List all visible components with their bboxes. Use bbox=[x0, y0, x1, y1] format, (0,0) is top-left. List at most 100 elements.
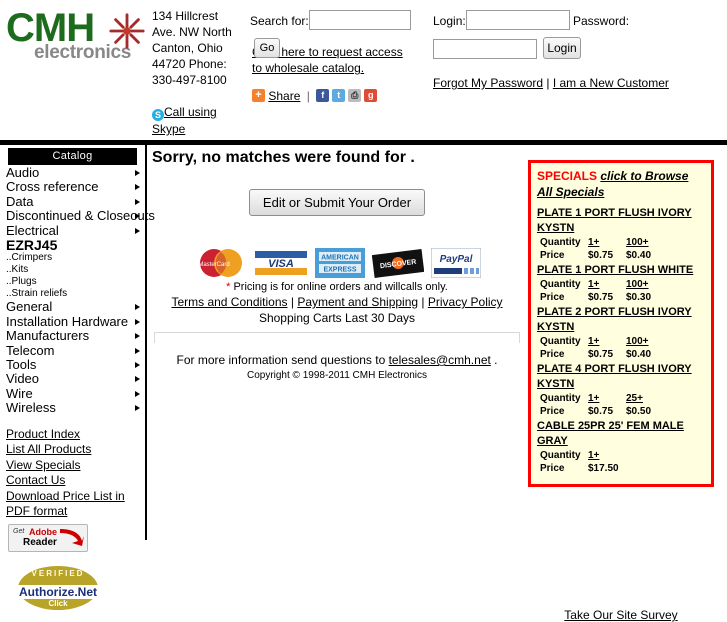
sidebar-item-tools[interactable]: Tools bbox=[0, 357, 143, 372]
quantity-label: Quantity bbox=[540, 450, 581, 461]
special-product-link[interactable]: PLATE 4 PORT FLUSH IVORY KYSTN bbox=[537, 362, 705, 392]
skype-call-link[interactable]: S Call using Skype bbox=[152, 104, 248, 137]
special-price-row: Price $0.75 $0.30 bbox=[537, 291, 705, 304]
price-tier-1: $0.75 bbox=[588, 349, 614, 360]
new-customer-link[interactable]: I am a New Customer bbox=[553, 76, 669, 90]
svg-text:MasterCard: MasterCard bbox=[198, 262, 229, 268]
sidebar-link-list-all-products[interactable]: List All Products bbox=[6, 442, 143, 458]
sidebar-item-label: Discontinued & Closeouts bbox=[6, 208, 155, 224]
main-column: Sorry, no matches were found for . Edit … bbox=[152, 145, 522, 381]
password-input[interactable] bbox=[433, 39, 537, 59]
edit-order-wrap: Edit or Submit Your Order bbox=[152, 189, 522, 216]
pricing-note-text: Pricing is for online orders and willcal… bbox=[233, 281, 448, 293]
sidebar-item-electrical[interactable]: Electrical bbox=[0, 222, 143, 238]
quantity-tier-2[interactable]: 100+ bbox=[626, 335, 649, 348]
sidebar-item-label: Wireless bbox=[6, 400, 56, 416]
addthis-plus-icon[interactable]: + bbox=[252, 89, 265, 103]
special-product-link[interactable]: PLATE 2 PORT FLUSH IVORY KYSTN bbox=[537, 305, 705, 335]
no-match-message: Sorry, no matches were found for . bbox=[152, 149, 415, 166]
pricing-note: * Pricing is for online orders and willc… bbox=[152, 281, 522, 293]
facebook-icon[interactable]: f bbox=[316, 89, 330, 103]
sidebar-item-telecom[interactable]: Telecom bbox=[0, 343, 143, 358]
sidebar-link-product-index[interactable]: Product Index bbox=[6, 427, 143, 443]
special-product-link[interactable]: CABLE 25PR 25' FEM MALE GRAY bbox=[537, 419, 705, 449]
quantity-label: Quantity bbox=[540, 279, 581, 290]
price-tier-2: $0.40 bbox=[626, 349, 652, 360]
sidebar-item-installation-hardware[interactable]: Installation Hardware bbox=[0, 313, 143, 329]
special-product-link[interactable]: PLATE 1 PORT FLUSH IVORY KYSTN bbox=[537, 206, 705, 236]
quantity-tier-1[interactable]: 1+ bbox=[588, 449, 626, 462]
sidebar-item-ezrj45[interactable]: EZRJ45 bbox=[0, 238, 143, 252]
sidebar-links: Product Index List All Products View Speci… bbox=[0, 427, 143, 520]
payment-card-logos: MasterCard VISA AMERICAN EXPRESS DISCOVE… bbox=[152, 248, 522, 278]
special-product-link[interactable]: PLATE 1 PORT FLUSH WHITE bbox=[537, 263, 705, 278]
quantity-tier-1[interactable]: 1+ bbox=[588, 236, 626, 249]
telesales-email-link[interactable]: telesales@cmh.net bbox=[389, 353, 491, 367]
sidebar-item-label: ..Kits bbox=[6, 264, 29, 276]
search-input[interactable] bbox=[309, 10, 411, 30]
sidebar-link-view-specials[interactable]: View Specials bbox=[6, 458, 143, 474]
sidebar-item-video[interactable]: Video bbox=[0, 372, 143, 386]
google-icon[interactable]: g bbox=[364, 89, 378, 103]
paypal-icon: PayPal bbox=[431, 248, 482, 278]
chevron-right-icon bbox=[135, 333, 140, 340]
sidebar-link-download-price-list-in-pdf-format[interactable]: Download Price List in PDF format bbox=[6, 489, 143, 520]
sidebar-item-discontinued-closeouts[interactable]: Discontinued & Closeouts bbox=[0, 209, 155, 223]
quantity-tier-2[interactable]: 100+ bbox=[626, 236, 649, 249]
sidebar-item-manufacturers[interactable]: Manufacturers bbox=[0, 329, 143, 343]
policy-links: Terms and Conditions | Payment and Shipp… bbox=[152, 295, 522, 309]
sidebar-item-label: ..Plugs bbox=[6, 276, 37, 288]
sidebar-item-crimpers[interactable]: ..Crimpers bbox=[0, 252, 143, 264]
sidebar-item-kits[interactable]: ..Kits bbox=[0, 264, 143, 276]
twitter-icon[interactable]: t bbox=[332, 89, 346, 103]
chevron-right-icon bbox=[135, 184, 140, 191]
edit-or-submit-order-button[interactable]: Edit or Submit Your Order bbox=[248, 189, 426, 216]
quantity-tier-1[interactable]: 1+ bbox=[588, 392, 626, 405]
special-quantity-row: Quantity 1+ 100+ bbox=[537, 236, 705, 249]
sidebar-item-label: Installation Hardware bbox=[6, 313, 129, 329]
page-content: Catalog Audio Cross reference Data Disconti… bbox=[0, 140, 727, 622]
share-link[interactable]: Share bbox=[268, 89, 300, 103]
sidebar-item-plugs[interactable]: ..Plugs bbox=[0, 276, 143, 288]
sidebar-item-wire[interactable]: Wire bbox=[0, 386, 143, 401]
special-quantity-row: Quantity 1+ 100+ bbox=[537, 335, 705, 348]
sidebar-link-contact-us[interactable]: Contact Us bbox=[6, 473, 143, 489]
site-logo[interactable]: CMH electronics bbox=[4, 6, 149, 68]
price-tier-2: $0.40 bbox=[626, 250, 652, 261]
svg-text:VISA: VISA bbox=[268, 258, 294, 270]
search-go-button[interactable]: Go bbox=[254, 38, 280, 58]
forgot-password-link[interactable]: Forgot My Password bbox=[433, 76, 543, 90]
chevron-right-icon bbox=[135, 347, 140, 354]
svg-text:AMERICAN: AMERICAN bbox=[321, 255, 359, 262]
chevron-right-icon bbox=[135, 213, 140, 220]
site-survey-link[interactable]: Take Our Site Survey bbox=[564, 608, 677, 622]
print-icon[interactable]: ⎙ bbox=[348, 89, 362, 103]
sidebar-item-data[interactable]: Data bbox=[0, 194, 143, 209]
mastercard-icon: MasterCard bbox=[198, 249, 242, 277]
policy-link-terms-and-conditions[interactable]: Terms and Conditions bbox=[171, 295, 287, 309]
special-item: PLATE 2 PORT FLUSH IVORY KYSTN Quantity 1+… bbox=[537, 305, 705, 361]
price-tier-1: $0.75 bbox=[588, 292, 614, 303]
login-input[interactable] bbox=[466, 10, 570, 30]
quantity-tier-1[interactable]: 1+ bbox=[588, 335, 626, 348]
quantity-tier-1[interactable]: 1+ bbox=[588, 278, 626, 291]
sidebar-item-general[interactable]: General bbox=[0, 300, 143, 314]
discover-icon: DISCOVER bbox=[371, 249, 424, 278]
share-divider: | bbox=[306, 88, 310, 103]
svg-text:EXPRESS: EXPRESS bbox=[323, 267, 356, 274]
sidebar-item-label: Cross reference bbox=[6, 179, 99, 195]
quantity-tier-2[interactable]: 25+ bbox=[626, 392, 643, 405]
sidebar-item-cross-reference[interactable]: Cross reference bbox=[0, 180, 143, 194]
policy-link-payment-and-shipping[interactable]: Payment and Shipping bbox=[297, 295, 418, 309]
sidebar-item-audio[interactable]: Audio bbox=[0, 165, 143, 180]
specials-title-red: SPECIALS bbox=[537, 169, 598, 183]
get-adobe-reader-badge[interactable]: Get Adobe Reader bbox=[8, 523, 88, 552]
policy-separator: | bbox=[418, 295, 428, 309]
quantity-tier-2[interactable]: 100+ bbox=[626, 278, 649, 291]
visa-icon: VISA bbox=[255, 248, 308, 278]
sidebar-item-label: Electrical bbox=[6, 222, 59, 238]
sidebar-item-wireless[interactable]: Wireless bbox=[0, 401, 143, 415]
login-button[interactable]: Login bbox=[543, 37, 581, 59]
authorize-net-badge[interactable]: VERIFIED Authorize.Net Click bbox=[12, 565, 104, 614]
policy-link-privacy-policy[interactable]: Privacy Policy bbox=[428, 295, 503, 309]
